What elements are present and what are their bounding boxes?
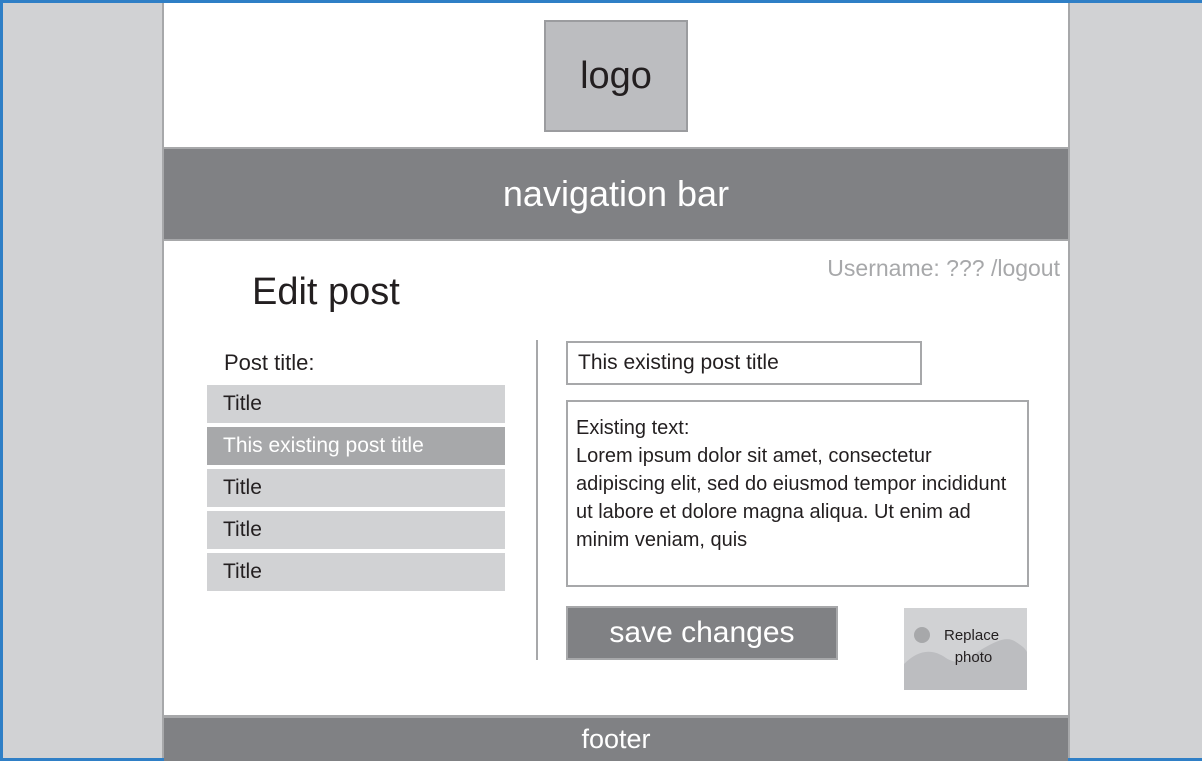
navigation-bar[interactable]: navigation bar bbox=[164, 147, 1068, 241]
user-info: Username: ??? /logout bbox=[827, 255, 1060, 282]
replace-photo-button[interactable]: Replace photo bbox=[904, 608, 1027, 690]
page-title: Edit post bbox=[252, 271, 400, 313]
post-list-item[interactable]: Title bbox=[207, 511, 505, 549]
footer: footer bbox=[164, 715, 1068, 761]
replace-photo-line2: photo bbox=[954, 649, 993, 666]
existing-text-body: Lorem ipsum dolor sit amet, consectetur … bbox=[576, 445, 1007, 551]
post-text-area[interactable]: Existing text: Lorem ipsum dolor sit ame… bbox=[566, 400, 1029, 587]
replace-photo-line1: Replace bbox=[944, 627, 1000, 644]
existing-text-label: Existing text: bbox=[576, 417, 690, 439]
post-list-item-selected[interactable]: This existing post title bbox=[207, 427, 505, 465]
post-title-input[interactable]: This existing post title bbox=[566, 341, 922, 385]
replace-photo-label: Replace photo bbox=[904, 625, 1027, 669]
logo[interactable]: logo bbox=[544, 20, 688, 132]
post-list-item[interactable]: Title bbox=[207, 469, 505, 507]
username-label: Username: ??? bbox=[827, 255, 991, 281]
column-divider bbox=[536, 340, 538, 660]
post-list: Title This existing post title Title Tit… bbox=[207, 385, 505, 595]
post-title-label: Post title: bbox=[224, 350, 315, 375]
save-changes-button[interactable]: save changes bbox=[566, 606, 838, 660]
post-list-item[interactable]: Title bbox=[207, 385, 505, 423]
page-container: logo navigation bar Username: ??? /logou… bbox=[162, 3, 1070, 761]
post-list-item[interactable]: Title bbox=[207, 553, 505, 591]
logout-link[interactable]: /logout bbox=[991, 255, 1060, 281]
